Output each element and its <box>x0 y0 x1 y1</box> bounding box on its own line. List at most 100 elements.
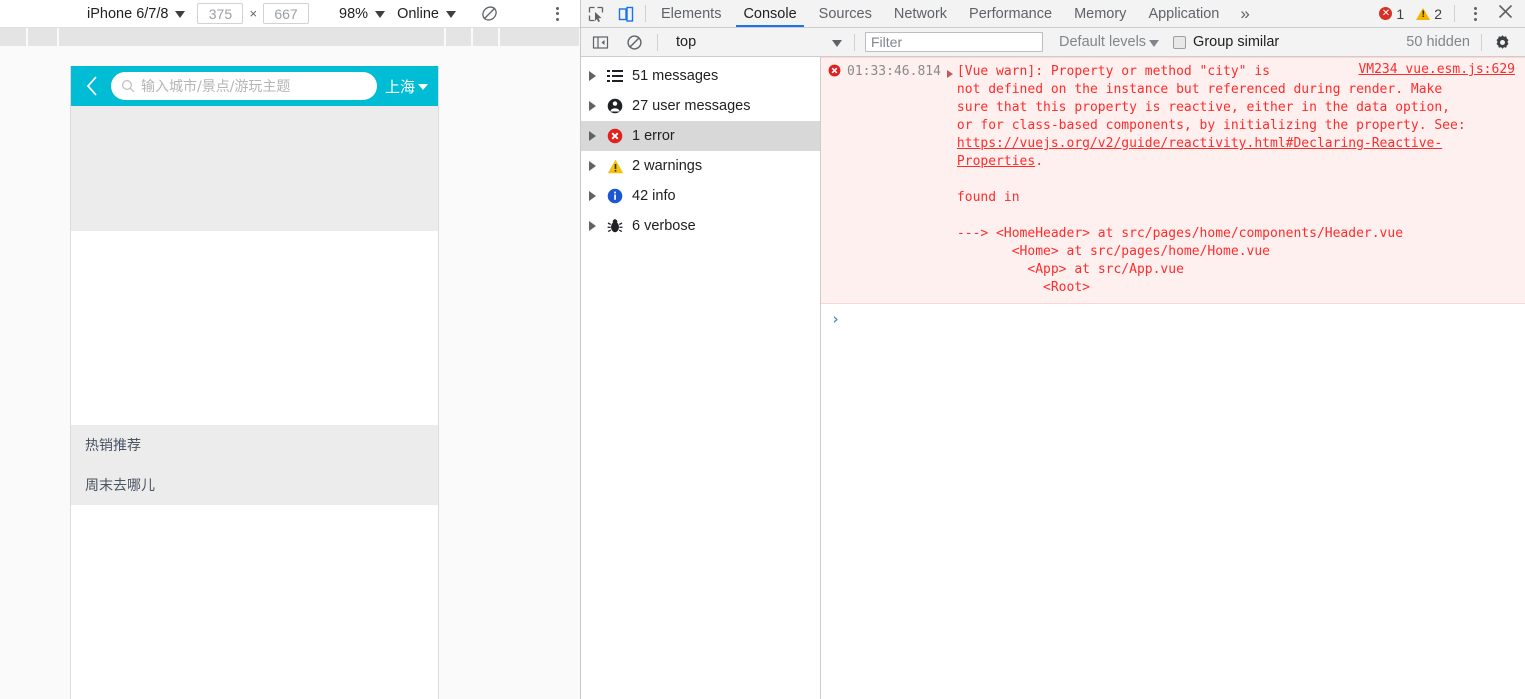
search-input[interactable]: 输入城市/景点/游玩主题 <box>111 72 377 100</box>
close-icon <box>1498 4 1513 19</box>
clear-console-icon[interactable] <box>621 30 647 54</box>
error-icon: ✕ <box>1379 7 1393 20</box>
error-count-badge[interactable]: ✕ 1 <box>1374 6 1409 22</box>
prompt-chevron-icon: › <box>831 310 841 328</box>
sidebar-item-label: 27 user messages <box>632 98 751 114</box>
toggle-device-toolbar-icon[interactable] <box>611 0 641 27</box>
toolbar-divider <box>657 33 658 51</box>
throttling-selector[interactable]: Online <box>391 2 462 26</box>
expand-triangle-icon <box>589 161 596 171</box>
rotate-device-icon[interactable] <box>476 2 502 26</box>
sidebar-item-info[interactable]: 42 info <box>581 181 820 211</box>
sidebar-item-label: 1 error <box>632 128 675 144</box>
device-selector[interactable]: iPhone 6/7/8 <box>81 2 191 26</box>
toolbar-divider <box>1454 5 1455 22</box>
ruler-segment <box>446 28 472 46</box>
chevron-down-icon <box>375 11 386 18</box>
expand-triangle-icon <box>589 71 596 81</box>
warning-count-label: 2 <box>1434 5 1442 22</box>
sidebar-item-label: 6 verbose <box>632 218 696 234</box>
devtools-main-menu-button[interactable] <box>1462 2 1488 26</box>
ruler-segment <box>27 28 58 46</box>
group-similar-checkbox[interactable]: Group similar <box>1167 34 1285 50</box>
device-toolbar-menu-button[interactable] <box>544 2 570 26</box>
list-item[interactable]: 周末去哪儿 <box>71 465 438 505</box>
chevron-down-icon <box>418 84 428 90</box>
city-label: 上海 <box>384 77 415 96</box>
sidebar-item-verbose[interactable]: 6 verbose <box>581 211 820 241</box>
sidebar-item-all-messages[interactable]: 51 messages <box>581 61 820 91</box>
warning-icon <box>1416 7 1431 20</box>
tab-console[interactable]: Console <box>732 0 807 27</box>
mobile-header: 输入城市/景点/游玩主题 上海 <box>71 66 438 106</box>
console-toolbar: top Default levels Group similar 50 hidd… <box>581 28 1525 57</box>
device-selector-label: iPhone 6/7/8 <box>87 5 169 22</box>
inspect-element-icon[interactable] <box>581 0 611 27</box>
console-message[interactable]: 01:33:46.814 [Vue warn]: Property or met… <box>821 57 1525 304</box>
chevron-down-icon <box>1149 39 1160 47</box>
close-devtools-button[interactable] <box>1490 3 1521 24</box>
ruler-segment <box>0 28 26 46</box>
sidebar-item-user-messages[interactable]: 27 user messages <box>581 91 820 121</box>
toolbar-divider <box>1481 33 1482 51</box>
message-timestamp: 01:33:46.814 <box>847 64 941 79</box>
kebab-menu-icon <box>555 6 559 21</box>
chevron-down-icon <box>446 11 456 18</box>
toolbar-divider <box>854 33 855 51</box>
bug-icon <box>606 218 624 234</box>
chevron-down-icon <box>175 11 186 18</box>
expand-triangle-icon[interactable] <box>946 70 953 78</box>
message-text: [Vue warn]: Property or method "city" is… <box>957 61 1525 297</box>
ruler-segment <box>473 28 498 46</box>
ruler-segment <box>499 28 579 46</box>
warning-count-badge[interactable]: 2 <box>1411 6 1447 22</box>
viewport-ruler <box>0 28 580 50</box>
error-icon <box>606 128 624 144</box>
sidebar-item-label: 51 messages <box>632 68 719 84</box>
gear-icon[interactable] <box>1489 30 1515 54</box>
console-body: 51 messages 27 user messages 1 error 2 w… <box>581 57 1525 699</box>
zoom-selector[interactable]: 98% <box>333 2 391 26</box>
console-prompt[interactable]: › <box>821 304 1525 328</box>
tab-sources[interactable]: Sources <box>808 0 883 27</box>
tab-performance[interactable]: Performance <box>958 0 1063 27</box>
hidden-messages-count: 50 hidden <box>1406 34 1470 50</box>
execution-context-selector[interactable]: top <box>668 34 846 50</box>
expand-triangle-icon <box>589 131 596 141</box>
show-console-sidebar-icon[interactable] <box>587 30 613 54</box>
tab-elements[interactable]: Elements <box>650 0 732 27</box>
sidebar-item-warnings[interactable]: 2 warnings <box>581 151 820 181</box>
viewport-height-input[interactable]: 667 <box>263 3 310 24</box>
list-item[interactable]: 热销推荐 <box>71 425 438 465</box>
message-body-link[interactable]: https://vuejs.org/v2/guide/reactivity.ht… <box>957 136 1442 169</box>
kebab-menu-icon <box>1473 6 1477 21</box>
sidebar-item-label: 2 warnings <box>632 158 703 174</box>
message-source-link[interactable]: VM234 vue.esm.js:629 <box>1358 62 1515 77</box>
dimension-separator: × <box>249 6 258 21</box>
person-icon <box>606 98 624 114</box>
console-message-list: 01:33:46.814 [Vue warn]: Property or met… <box>821 57 1525 699</box>
message-body-post: . found in ---> <HomeHeader> at src/page… <box>956 154 1404 295</box>
back-button[interactable] <box>79 71 105 101</box>
log-levels-selector[interactable]: Default levels <box>1053 34 1165 50</box>
sidebar-item-errors[interactable]: 1 error <box>581 121 820 151</box>
device-toolbar: iPhone 6/7/8 375 × 667 98% Online <box>0 0 580 28</box>
tab-application[interactable]: Application <box>1137 0 1230 27</box>
log-levels-label: Default levels <box>1059 34 1147 50</box>
chevron-down-icon <box>832 39 842 47</box>
expand-triangle-icon <box>589 221 596 231</box>
sidebar-item-label: 42 info <box>632 188 676 204</box>
tab-network[interactable]: Network <box>883 0 958 27</box>
more-tabs-button[interactable]: » <box>1230 0 1259 27</box>
info-icon <box>606 188 624 204</box>
viewport-width-input[interactable]: 375 <box>197 3 244 24</box>
list-icon <box>606 69 624 83</box>
console-filter-input[interactable] <box>865 32 1043 52</box>
expand-triangle-icon <box>589 191 596 201</box>
city-selector[interactable]: 上海 <box>383 76 428 97</box>
devtools-panel: Elements Console Sources Network Perform… <box>581 0 1525 699</box>
throttling-label: Online <box>397 5 439 22</box>
tab-memory[interactable]: Memory <box>1063 0 1137 27</box>
icon-grid-placeholder <box>71 231 438 425</box>
execution-context-label: top <box>676 34 697 50</box>
